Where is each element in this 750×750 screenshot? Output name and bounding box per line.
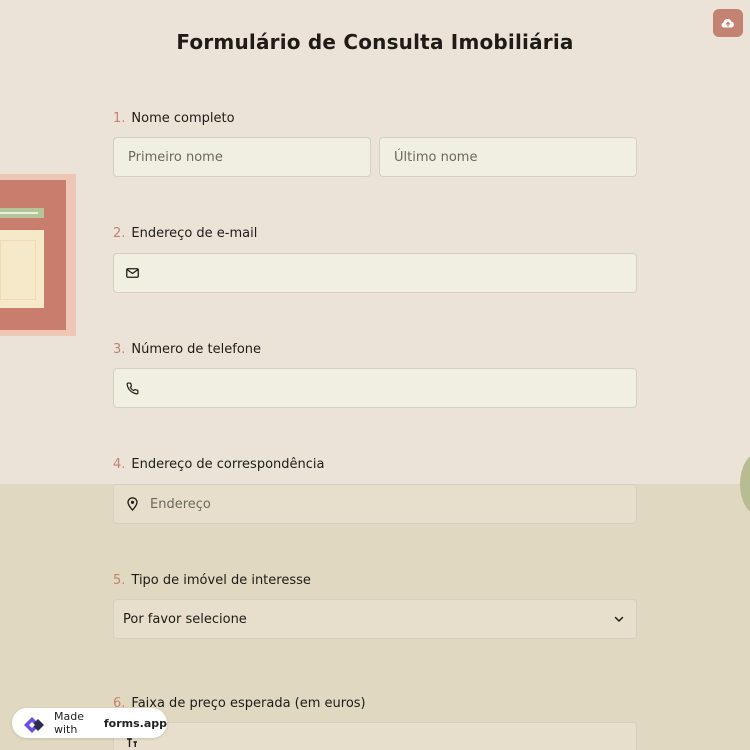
forms-app-logo-icon — [20, 713, 48, 733]
question-text: Endereço de e-mail — [131, 226, 258, 241]
question-3-label: 3. Número de telefone — [113, 342, 261, 357]
decorative-illustration — [0, 174, 76, 336]
question-number: 3. — [113, 342, 126, 357]
first-name-placeholder: Primeiro nome — [128, 149, 223, 165]
badge-prefix: Made with — [54, 710, 84, 736]
question-text: Nome completo — [131, 111, 235, 126]
page-background-top — [0, 0, 750, 484]
cloud-upload-icon — [721, 19, 734, 28]
question-number: 1. — [113, 111, 126, 126]
first-name-field[interactable]: Primeiro nome — [113, 137, 371, 177]
last-name-field[interactable]: Último nome — [379, 137, 637, 177]
question-number: 2. — [113, 226, 126, 241]
question-4-label: 4. Endereço de correspondência — [113, 457, 325, 472]
made-with-badge[interactable]: Made with forms.app — [12, 708, 167, 738]
location-pin-icon — [124, 496, 140, 512]
address-field[interactable]: Endereço — [113, 484, 637, 524]
phone-icon — [124, 380, 140, 396]
question-text: Tipo de imóvel de interesse — [131, 573, 311, 588]
last-name-placeholder: Último nome — [394, 149, 478, 165]
envelope-icon — [124, 265, 140, 281]
question-1-label: 1. Nome completo — [113, 111, 235, 126]
property-type-selected: Por favor selecione — [123, 611, 247, 627]
price-range-field[interactable] — [113, 722, 637, 750]
chevron-down-icon — [612, 612, 626, 630]
phone-field[interactable] — [113, 368, 637, 408]
question-number: 5. — [113, 573, 126, 588]
question-5-label: 5. Tipo de imóvel de interesse — [113, 573, 311, 588]
property-type-select[interactable]: Por favor selecione — [113, 599, 637, 639]
address-placeholder: Endereço — [150, 496, 211, 512]
email-field[interactable] — [113, 253, 637, 293]
form-title: Formulário de Consulta Imobiliária — [176, 30, 574, 54]
question-text: Endereço de correspondência — [131, 457, 325, 472]
question-number: 4. — [113, 457, 126, 472]
question-text: Faixa de preço esperada (em euros) — [131, 696, 366, 711]
badge-brand: forms.app — [103, 716, 167, 730]
question-2-label: 2. Endereço de e-mail — [113, 226, 257, 241]
question-text: Número de telefone — [131, 342, 262, 357]
